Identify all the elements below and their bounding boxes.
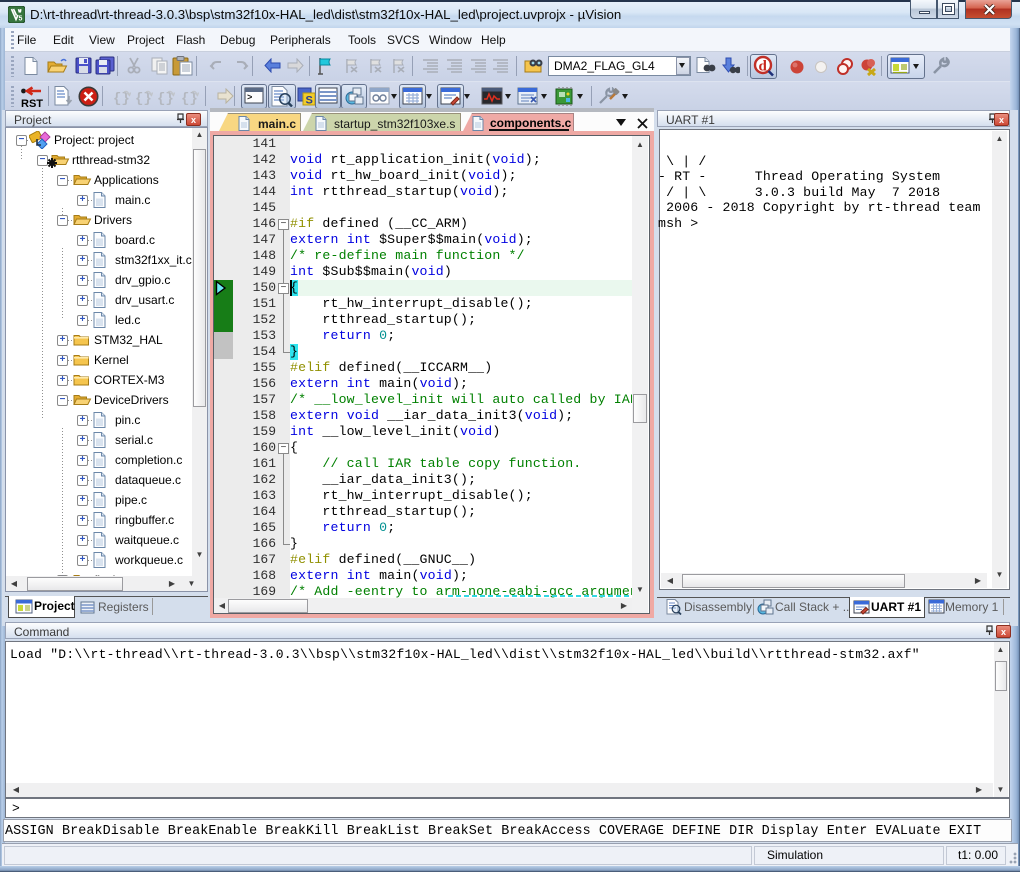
svg-text:5: 5 <box>19 16 23 23</box>
svg-text:RST: RST <box>21 98 43 109</box>
svg-text:>: > <box>247 93 252 103</box>
svg-text:d: d <box>759 59 768 75</box>
svg-text:S: S <box>306 95 313 107</box>
